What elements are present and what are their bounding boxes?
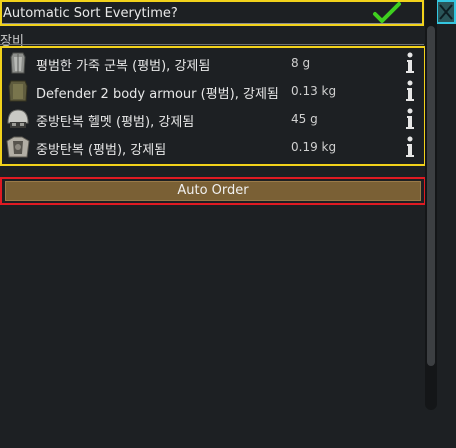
item-weight: 0.19 kg (291, 140, 337, 154)
info-icon[interactable] (404, 136, 416, 158)
close-button[interactable] (436, 0, 456, 24)
info-icon[interactable] (404, 108, 416, 130)
close-icon (439, 4, 453, 20)
list-item[interactable]: Defender 2 body armour (평범), 강제됨 0.13 kg (2, 77, 424, 105)
scrollbar-track[interactable] (425, 0, 437, 410)
checkmark-icon[interactable] (372, 1, 402, 25)
list-item[interactable]: 중방탄복 헬멧 (평범), 강제됨 45 g (2, 105, 424, 133)
item-weight: 0.13 kg (291, 84, 337, 98)
leather-uniform-icon (10, 52, 26, 74)
auto-sort-label: Automatic Sort Everytime? (3, 6, 178, 21)
heavy-vest-icon (6, 136, 30, 158)
list-item[interactable]: 평범한 가죽 군복 (평범), 강제됨 8 g (2, 49, 424, 77)
item-name: 중방탄복 헬멧 (평범), 강제됨 (36, 115, 195, 130)
equipment-list: 평범한 가죽 군복 (평범), 강제됨 8 g Defender 2 body … (0, 46, 426, 166)
list-item[interactable]: 중방탄복 (평범), 강제됨 0.19 kg (2, 133, 424, 161)
info-icon[interactable] (404, 80, 416, 102)
auto-order-highlight: Auto Order (0, 177, 426, 205)
sort-divider (2, 23, 422, 24)
auto-sort-row[interactable]: Automatic Sort Everytime? (0, 0, 424, 26)
item-name: 중방탄복 (평범), 강제됨 (36, 143, 167, 158)
item-weight: 45 g (291, 112, 318, 126)
item-weight: 8 g (291, 56, 311, 70)
item-name: 평범한 가죽 군복 (평범), 강제됨 (36, 59, 211, 74)
auto-order-button[interactable]: Auto Order (5, 181, 421, 201)
helmet-icon (7, 109, 29, 128)
scrollbar-thumb[interactable] (427, 26, 435, 366)
item-name: Defender 2 body armour (평범), 강제됨 (36, 87, 279, 102)
section-divider (0, 44, 424, 45)
info-icon[interactable] (404, 52, 416, 74)
body-armour-icon (8, 80, 28, 102)
